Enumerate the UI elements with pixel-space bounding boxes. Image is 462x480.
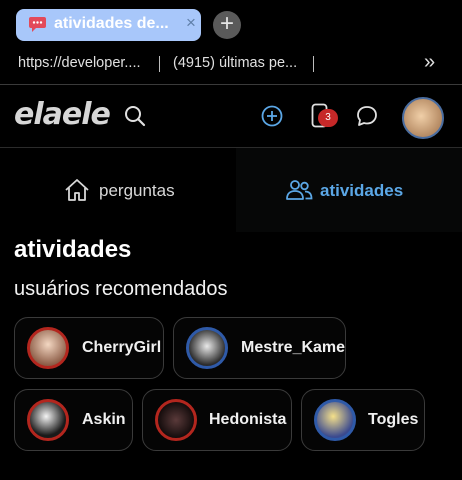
more-bookmarks-icon[interactable]: » bbox=[424, 51, 435, 74]
bookmark-divider bbox=[159, 56, 160, 72]
user-name: Togles bbox=[368, 411, 419, 428]
bookmark-item[interactable]: (4915) últimas pe... bbox=[173, 55, 297, 71]
tab-label: perguntas bbox=[99, 181, 175, 200]
user-card[interactable]: CherryGirl bbox=[14, 317, 164, 379]
chat-bubble-icon bbox=[29, 17, 46, 32]
search-icon[interactable] bbox=[124, 105, 146, 127]
tab-perguntas[interactable]: perguntas bbox=[0, 148, 236, 232]
avatar bbox=[27, 327, 69, 369]
avatar bbox=[186, 327, 228, 369]
notification-badge: 3 bbox=[318, 109, 338, 127]
avatar bbox=[314, 399, 356, 441]
section-tabs: perguntas atividades bbox=[0, 148, 462, 232]
new-tab-button[interactable]: + bbox=[213, 11, 241, 39]
tab-atividades[interactable]: atividades bbox=[236, 148, 462, 232]
browser-tab-bar: atividades de... × + bbox=[0, 0, 462, 48]
user-card[interactable]: Togles bbox=[301, 389, 425, 451]
site-logo[interactable]: elaele bbox=[14, 97, 111, 132]
user-card[interactable]: Hedonista bbox=[142, 389, 292, 451]
add-question-icon[interactable] bbox=[261, 105, 283, 127]
user-name: Askin bbox=[82, 411, 126, 428]
user-name: Mestre_Kame bbox=[241, 339, 346, 356]
bookmarks-bar: https://developer.... (4915) últimas pe.… bbox=[0, 48, 462, 80]
user-name: CherryGirl bbox=[82, 339, 162, 356]
user-name: Hedonista bbox=[209, 411, 287, 428]
messages-icon[interactable] bbox=[355, 104, 379, 128]
tab-label: atividades bbox=[320, 181, 404, 200]
bookmark-item[interactable]: https://developer.... bbox=[18, 55, 141, 71]
user-card[interactable]: Askin bbox=[14, 389, 133, 451]
home-icon bbox=[65, 179, 89, 201]
users-icon bbox=[286, 180, 313, 200]
user-card[interactable]: Mestre_Kame bbox=[173, 317, 346, 379]
avatar bbox=[155, 399, 197, 441]
page-title: atividades bbox=[14, 236, 132, 263]
browser-tab[interactable]: atividades de... × bbox=[16, 9, 201, 41]
bookmark-divider bbox=[313, 56, 314, 72]
avatar bbox=[27, 399, 69, 441]
tab-title: atividades de... bbox=[54, 15, 169, 32]
section-title: usuários recomendados bbox=[14, 278, 228, 300]
user-avatar[interactable] bbox=[402, 97, 444, 139]
app-header: elaele 3 bbox=[0, 85, 462, 147]
close-icon[interactable]: × bbox=[186, 13, 196, 33]
